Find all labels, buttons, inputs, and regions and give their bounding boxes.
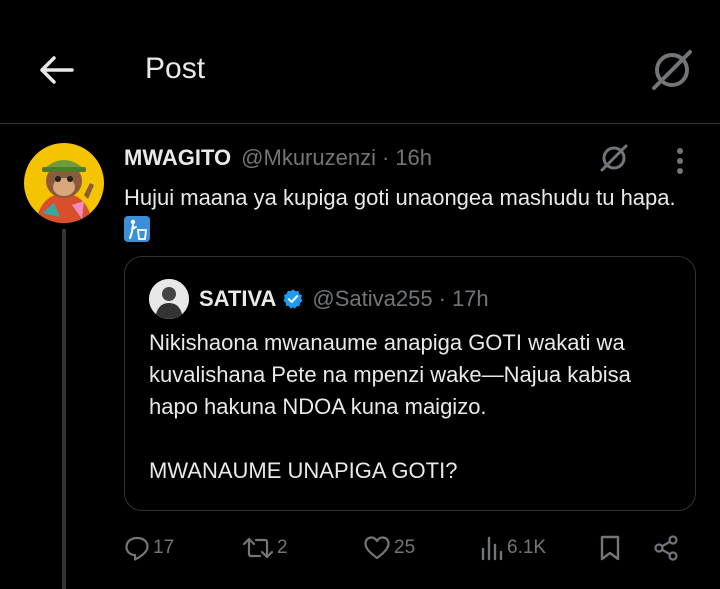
repost-icon <box>242 537 274 559</box>
arrow-left-icon <box>40 56 74 84</box>
view-count: 6.1K <box>507 537 547 558</box>
bookmark-icon <box>600 535 620 561</box>
quoted-author-handle: @Sativa255 <box>312 286 433 311</box>
bookmark-button[interactable] <box>598 530 622 566</box>
quoted-post-text: Nikishaona mwanaume anapiga GOTI wakati … <box>149 330 631 483</box>
separator: · <box>438 286 446 311</box>
more-vertical-icon <box>677 148 683 174</box>
post-header: MWAGITO @Mkuruzenzi · 16h <box>124 145 432 171</box>
page-title: Post <box>145 52 206 85</box>
verified-badge-icon <box>283 289 303 309</box>
like-button[interactable]: 25 <box>363 530 415 566</box>
reply-count: 17 <box>153 537 175 558</box>
analytics-icon <box>481 536 503 561</box>
grok-button[interactable] <box>646 44 698 96</box>
separator: · <box>381 145 390 170</box>
share-icon <box>654 535 678 561</box>
top-bar: Post <box>0 0 720 124</box>
views-button[interactable]: 6.1K <box>480 530 546 566</box>
grok-icon <box>600 144 628 172</box>
post-text: Hujui maana ya kupiga goti unaongea mash… <box>124 182 694 246</box>
quoted-post-time: 17h <box>451 286 489 311</box>
like-count: 25 <box>394 537 416 558</box>
person-avatar-image <box>149 279 189 319</box>
author-handle[interactable]: @Mkuruzenzi <box>241 145 376 171</box>
more-options-button[interactable] <box>664 145 696 177</box>
quoted-author-avatar <box>149 279 189 319</box>
quoted-post-header: SATIVA @Sativa255 · 17h <box>199 286 489 312</box>
grok-icon <box>652 50 692 90</box>
author-name[interactable]: MWAGITO <box>124 145 231 171</box>
post-time[interactable]: 16h <box>395 145 432 171</box>
repost-button[interactable]: 2 <box>242 530 288 566</box>
reply-button[interactable]: 17 <box>124 530 174 566</box>
action-bar: 17 2 25 6.1K <box>0 530 720 566</box>
heart-icon <box>364 536 390 560</box>
reply-icon <box>125 536 149 561</box>
litter-emoji-icon <box>124 216 150 242</box>
author-avatar[interactable] <box>24 143 104 223</box>
ape-avatar-image <box>24 143 104 223</box>
back-button[interactable] <box>36 50 76 90</box>
share-button[interactable] <box>652 530 680 566</box>
repost-count: 2 <box>277 537 288 558</box>
post-text-content: Hujui maana ya kupiga goti unaongea mash… <box>124 185 676 210</box>
quoted-post[interactable]: SATIVA @Sativa255 · 17h Nikishaona mwana… <box>124 256 696 511</box>
grok-explain-button[interactable] <box>596 140 632 176</box>
quoted-author-name: SATIVA <box>199 286 277 311</box>
